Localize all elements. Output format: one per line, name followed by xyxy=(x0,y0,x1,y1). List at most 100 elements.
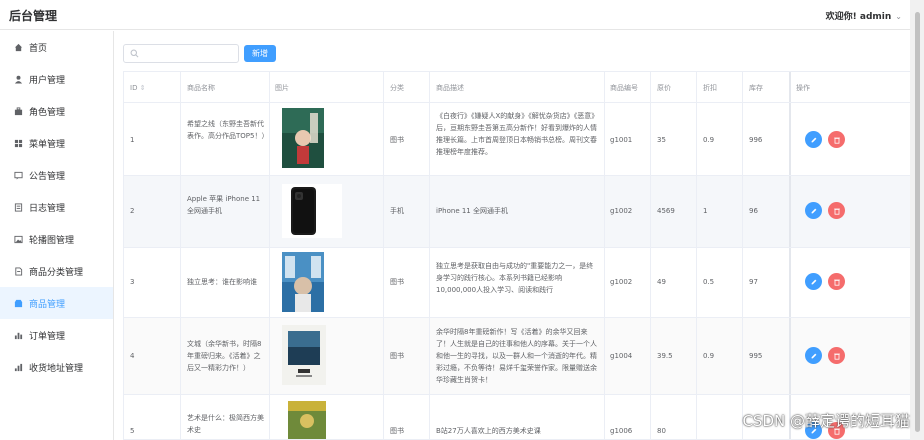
edit-button[interactable] xyxy=(805,202,822,219)
sidebar: 首页 用户管理 角色管理 菜单管理 公告管理 日志管理 轮播图管理 商品分类管理… xyxy=(0,31,114,440)
cell-id: 1 xyxy=(130,136,135,144)
sidebar-item-label: 公告管理 xyxy=(29,171,66,182)
cell-stock: 97 xyxy=(749,278,758,286)
sidebar-item-label: 订单管理 xyxy=(29,331,66,342)
cell-category: 图书 xyxy=(390,278,404,286)
delete-button[interactable] xyxy=(828,273,845,290)
col-divider xyxy=(650,72,651,439)
menu-icon xyxy=(14,139,23,148)
col-header-discount: 折扣 xyxy=(703,84,717,92)
user-menu[interactable]: 欢迎你! admin ⌄ xyxy=(826,9,902,22)
cell-id: 2 xyxy=(130,207,135,215)
col-header-id[interactable]: ID ⇕ xyxy=(130,82,180,94)
search-box[interactable] xyxy=(123,44,239,63)
row-divider xyxy=(124,102,911,103)
scrollbar-thumb[interactable] xyxy=(915,12,920,432)
edit-button[interactable] xyxy=(805,347,822,364)
cell-id: 4 xyxy=(130,352,135,360)
sidebar-item-label: 日志管理 xyxy=(29,203,66,214)
col-divider xyxy=(383,72,384,439)
sidebar-item-label: 菜单管理 xyxy=(29,139,66,150)
delete-button[interactable] xyxy=(828,347,845,364)
search-input[interactable] xyxy=(142,47,234,60)
edit-icon xyxy=(811,137,816,142)
cell-category: 图书 xyxy=(390,352,404,360)
cell-discount: 1 xyxy=(703,207,708,215)
col-divider xyxy=(269,72,270,439)
edit-icon xyxy=(811,208,816,213)
sidebar-item-banners[interactable]: 轮播图管理 xyxy=(0,223,113,255)
col-divider xyxy=(742,72,743,439)
delete-icon xyxy=(833,279,840,286)
sidebar-item-goods[interactable]: 商品管理 xyxy=(0,287,113,319)
sidebar-item-menus[interactable]: 菜单管理 xyxy=(0,127,113,159)
notice-icon xyxy=(14,171,23,180)
sidebar-item-addresses[interactable]: 收货地址管理 xyxy=(0,351,113,383)
col-header-code: 商品编号 xyxy=(610,84,638,92)
sidebar-item-label: 首页 xyxy=(29,43,48,54)
watermark: CSDN @薛定谔的短耳猫 xyxy=(742,412,910,430)
product-image xyxy=(282,325,326,385)
edit-button[interactable] xyxy=(805,131,822,148)
cell-name: 独立思考：谁在影响谁 xyxy=(187,278,257,286)
delete-icon xyxy=(833,353,840,360)
cell-code: g1004 xyxy=(610,352,633,360)
col-header-name: 商品名称 xyxy=(187,84,215,92)
sidebar-item-label: 商品管理 xyxy=(29,299,66,310)
sidebar-item-roles[interactable]: 角色管理 xyxy=(0,95,113,127)
cell-category: 手机 xyxy=(390,207,404,215)
delete-icon xyxy=(833,208,840,215)
edit-icon xyxy=(811,353,816,358)
address-icon xyxy=(14,363,23,372)
product-image xyxy=(282,184,342,238)
sidebar-item-categories[interactable]: 商品分类管理 xyxy=(0,255,113,287)
col-header-stock: 库存 xyxy=(749,84,763,92)
delete-icon xyxy=(833,137,840,144)
sidebar-item-users[interactable]: 用户管理 xyxy=(0,63,113,95)
app-title: 后台管理 xyxy=(9,9,58,23)
cell-desc: 余华时隔8年重磅新作！写《活着》的余华又回来了！人生就是自己的往事和他人的序幕。… xyxy=(436,328,597,384)
cell-desc: B站27万人喜欢上的西方美术史课 xyxy=(436,427,541,435)
chevron-down-icon: ⌄ xyxy=(895,12,902,21)
col-divider xyxy=(696,72,697,439)
sidebar-item-notices[interactable]: 公告管理 xyxy=(0,159,113,191)
row-divider xyxy=(124,394,911,395)
cell-price: 4569 xyxy=(657,207,675,215)
delete-button[interactable] xyxy=(828,202,845,219)
cell-desc: 《白夜行》《嫌疑人X的献身》《解忧杂货店》《恶意》后，亘期东野圭吾第五高分新作！… xyxy=(436,112,599,156)
cell-id: 5 xyxy=(130,427,135,435)
sidebar-item-label: 收货地址管理 xyxy=(29,363,84,374)
edit-button[interactable] xyxy=(805,273,822,290)
delete-button[interactable] xyxy=(828,131,845,148)
cell-price: 80 xyxy=(657,427,666,435)
edit-icon xyxy=(811,279,816,284)
cell-name: 希望之线（东野圭吾新代表作。高分作品TOP5！） xyxy=(187,120,265,140)
add-goods-button[interactable]: 新增 xyxy=(244,45,276,62)
product-image xyxy=(288,401,326,439)
product-image xyxy=(282,252,324,312)
search-icon xyxy=(130,49,139,58)
briefcase-icon xyxy=(14,106,23,116)
sidebar-item-orders[interactable]: 订单管理 xyxy=(0,319,113,351)
cell-code: g1002 xyxy=(610,278,633,286)
col-header-category: 分类 xyxy=(390,84,404,92)
log-icon xyxy=(14,202,23,212)
sidebar-item-label: 角色管理 xyxy=(29,107,66,118)
col-divider xyxy=(429,72,430,439)
sidebar-item-label: 轮播图管理 xyxy=(29,235,75,246)
main-content: 新增 ID ⇕ 商品名称 图片 分类 商品描述 商品编号 原价 折扣 库存 操作 xyxy=(115,31,911,440)
cell-discount: 0.9 xyxy=(703,136,715,144)
col-divider xyxy=(604,72,605,439)
cell-code: g1001 xyxy=(610,136,633,144)
row-divider xyxy=(124,247,911,248)
cell-category: 图书 xyxy=(390,136,404,144)
cell-desc: 独立思考是获取自由与成功的"重要能力之一，是终身学习的践行核心。本系列书籍已经影… xyxy=(436,262,594,294)
sidebar-item-logs[interactable]: 日志管理 xyxy=(0,191,113,223)
col-header-price: 原价 xyxy=(657,84,671,92)
chart-icon xyxy=(14,331,23,340)
cell-discount: 0.9 xyxy=(703,352,715,360)
sidebar-item-home[interactable]: 首页 xyxy=(0,31,113,63)
row-divider xyxy=(124,175,911,176)
cell-price: 49 xyxy=(657,278,666,286)
user-greeting: 欢迎你! admin xyxy=(825,12,892,22)
